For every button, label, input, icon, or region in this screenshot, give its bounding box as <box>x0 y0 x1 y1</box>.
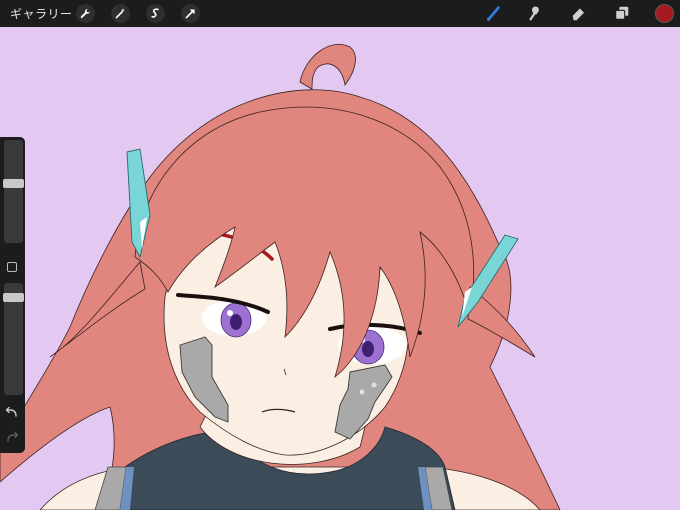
eraser-tool-button[interactable] <box>569 3 589 23</box>
smudge-icon <box>529 6 539 21</box>
adjustments-button[interactable] <box>111 4 130 23</box>
mask-rivet <box>371 382 377 388</box>
pupil-left <box>230 314 242 330</box>
brush-tool-button[interactable] <box>484 3 504 23</box>
eye-highlight-left <box>227 310 233 316</box>
selection-button[interactable] <box>146 4 165 23</box>
modify-square-icon[interactable] <box>7 262 17 272</box>
layers-button[interactable] <box>612 3 632 23</box>
eraser-icon <box>572 8 585 21</box>
procreate-app: ギャラリー <box>0 0 680 510</box>
magic-wand-icon <box>115 8 125 19</box>
brush-size-thumb[interactable] <box>3 179 24 188</box>
brush-icon <box>486 6 500 21</box>
transform-arrow-icon <box>185 9 195 19</box>
mask-rivet <box>359 389 365 395</box>
layers-icon <box>615 6 629 20</box>
color-picker-button[interactable] <box>655 4 674 23</box>
opacity-thumb[interactable] <box>3 293 24 302</box>
smudge-tool-button[interactable] <box>526 3 546 23</box>
actions-button[interactable] <box>76 4 95 23</box>
redo-icon[interactable] <box>5 431 19 443</box>
transform-button[interactable] <box>181 4 200 23</box>
wrench-icon <box>80 9 90 19</box>
undo-icon[interactable] <box>5 406 19 418</box>
top-toolbar: ギャラリー <box>0 0 680 27</box>
left-sidebar <box>0 137 25 453</box>
pupil-right <box>362 341 374 357</box>
selection-icon <box>151 8 159 18</box>
drawing-canvas[interactable] <box>0 27 680 510</box>
gallery-button[interactable]: ギャラリー <box>10 5 73 22</box>
opacity-slider[interactable] <box>3 283 24 395</box>
brush-size-slider[interactable] <box>3 140 24 243</box>
